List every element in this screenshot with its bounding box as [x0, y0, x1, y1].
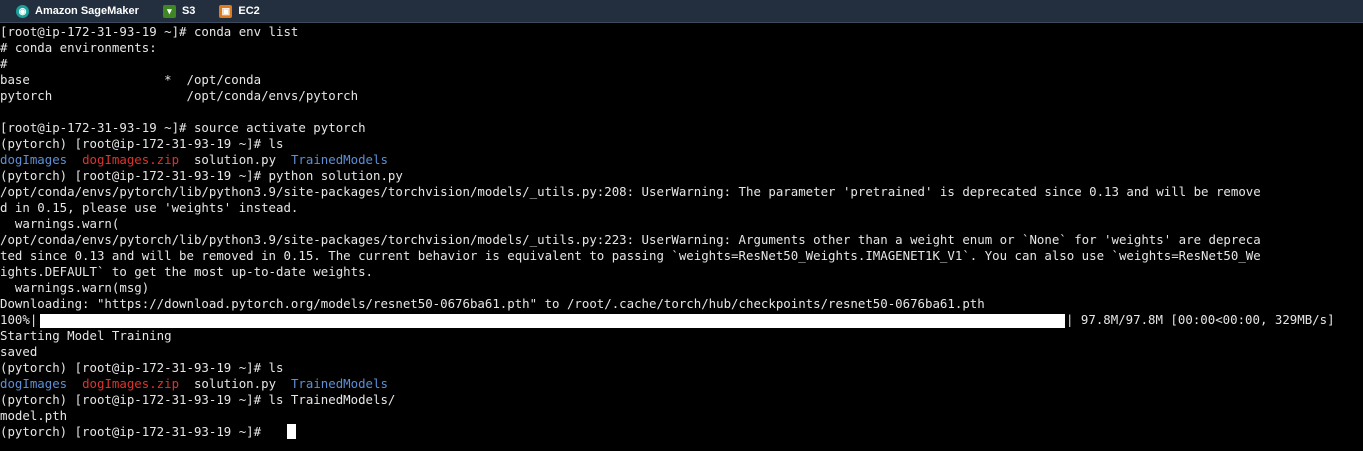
terminal-prompt: (pytorch) [root@ip-172-31-93-19 ~]# [0, 424, 269, 439]
dir-trainedmodels: TrainedModels [290, 152, 388, 167]
file-solution-py: solution.py [193, 376, 277, 391]
terminal-line: /opt/conda/envs/pytorch/lib/python3.9/si… [0, 184, 1261, 199]
dir-trainedmodels: TrainedModels [290, 376, 388, 391]
terminal-line: d in 0.15, please use 'weights' instead. [0, 200, 299, 215]
bookmark-sagemaker[interactable]: ◉ Amazon SageMaker [0, 0, 147, 22]
bookmark-label: S3 [181, 5, 196, 17]
file-dogimages-zip: dogImages.zip [82, 376, 180, 391]
sagemaker-icon: ◉ [16, 4, 29, 18]
terminal-line: pytorch /opt/conda/envs/pytorch [0, 88, 359, 103]
terminal-line: [root@ip-172-31-93-19 ~]# conda env list [0, 24, 299, 39]
terminal-line: base * /opt/conda [0, 72, 262, 87]
file-solution-py: solution.py [193, 152, 277, 167]
progress-percent: 100%| [0, 312, 38, 327]
terminal-cursor[interactable] [287, 424, 296, 439]
terminal-line: (pytorch) [root@ip-172-31-93-19 ~]# pyth… [0, 168, 403, 183]
terminal-line: warnings.warn(msg) [0, 280, 150, 295]
ec2-icon: ▣ [219, 4, 233, 18]
terminal-line: Downloading: "https://download.pytorch.o… [0, 296, 985, 311]
terminal-line: saved [0, 344, 38, 359]
terminal-output[interactable]: [root@ip-172-31-93-19 ~]# conda env list… [0, 24, 1363, 451]
terminal-line: # [0, 56, 8, 71]
terminal-line: (pytorch) [root@ip-172-31-93-19 ~]# ls [0, 360, 284, 375]
terminal-line: # conda environments: [0, 40, 157, 55]
bookmark-s3[interactable]: ▾ S3 [147, 0, 203, 22]
ls-output-line: dogImages dogImages.zip solution.py Trai… [0, 376, 388, 392]
terminal-line: ights.DEFAULT` to get the most up-to-dat… [0, 264, 373, 279]
progress-stats: | 97.8M/97.8M [00:00<00:00, 329MB/s] [1066, 312, 1335, 327]
bookmark-ec2[interactable]: ▣ EC2 [203, 0, 267, 22]
download-progress-bar [40, 314, 1065, 328]
dir-dogimages: dogImages [0, 152, 68, 167]
terminal-line: Starting Model Training [0, 328, 172, 343]
terminal-line: /opt/conda/envs/pytorch/lib/python3.9/si… [0, 232, 1261, 247]
terminal-line: (pytorch) [root@ip-172-31-93-19 ~]# ls T… [0, 392, 396, 407]
file-dogimages-zip: dogImages.zip [82, 152, 180, 167]
bookmark-label: EC2 [238, 5, 260, 17]
bookmarks-bar: ◉ Amazon SageMaker ▾ S3 ▣ EC2 [0, 0, 1363, 23]
terminal-line: (pytorch) [root@ip-172-31-93-19 ~]# ls [0, 136, 284, 151]
ls-output-line: dogImages dogImages.zip solution.py Trai… [0, 152, 388, 168]
dir-dogimages: dogImages [0, 376, 68, 391]
terminal-line: model.pth [0, 408, 68, 423]
terminal-line: warnings.warn( [0, 216, 120, 231]
bookmark-label: Amazon SageMaker [35, 5, 139, 17]
terminal-line: [root@ip-172-31-93-19 ~]# source activat… [0, 120, 366, 135]
s3-bucket-icon: ▾ [162, 4, 176, 18]
terminal-line: ted since 0.13 and will be removed in 0.… [0, 248, 1261, 263]
